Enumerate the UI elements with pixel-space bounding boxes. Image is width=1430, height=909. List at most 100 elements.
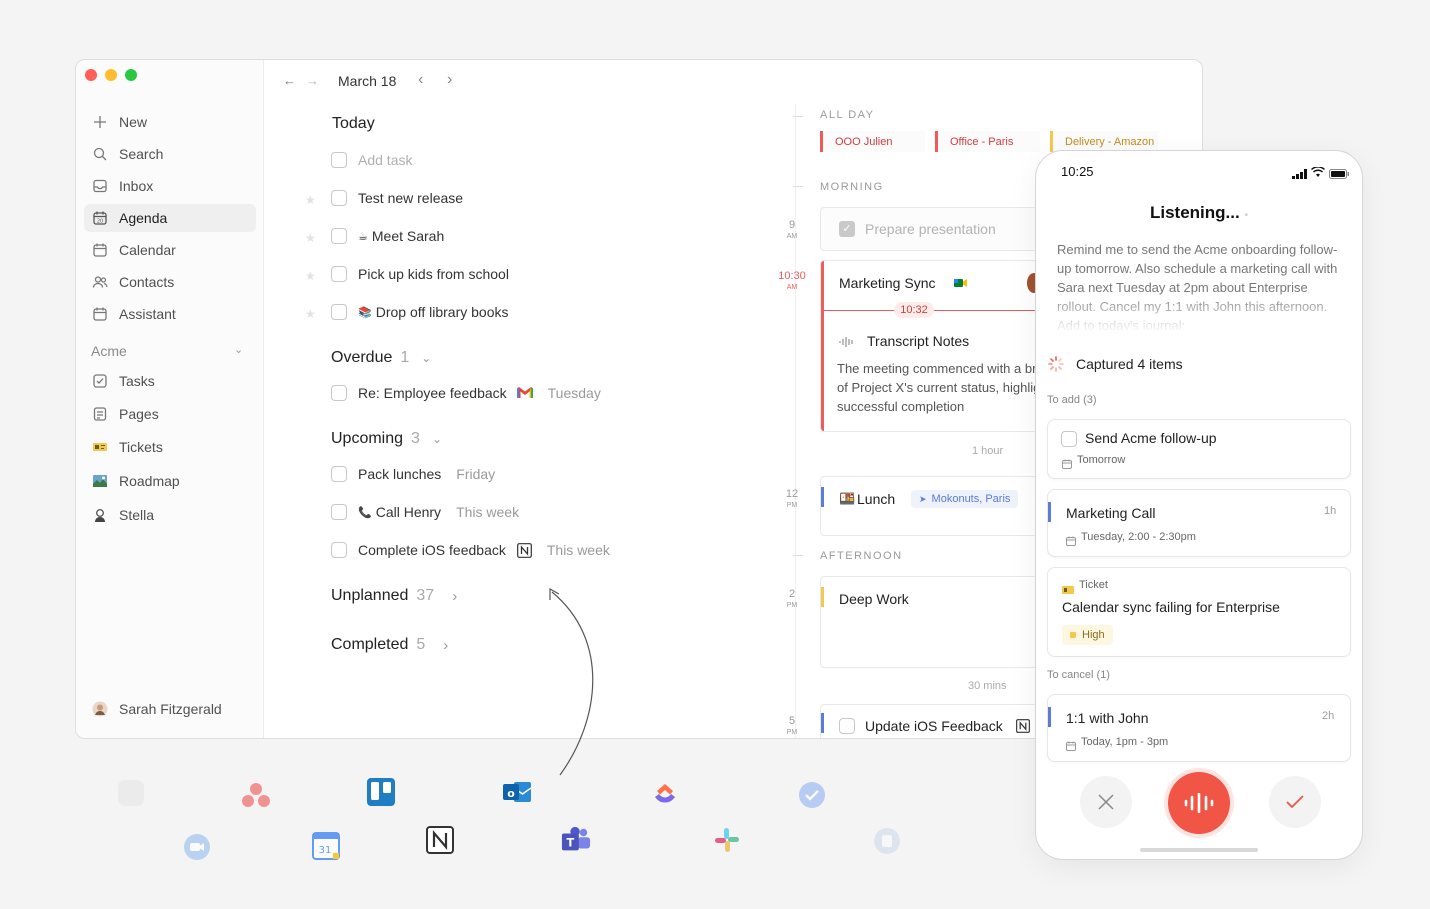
restaurant-icon: 🍱: [839, 491, 856, 506]
plus-icon: [91, 113, 109, 131]
task-checkbox[interactable]: [331, 385, 347, 401]
status-time: 10:25: [1061, 164, 1094, 179]
prev-day-chevron-icon[interactable]: ‹: [418, 71, 423, 89]
dismiss-button[interactable]: [1080, 776, 1132, 828]
task-checkbox[interactable]: [331, 190, 347, 206]
add-task-row[interactable]: Add task: [331, 149, 412, 171]
voice-waveform-icon: [1184, 793, 1214, 813]
user-profile[interactable]: Sarah Fitzgerald: [84, 695, 256, 723]
chevron-down-icon: ⌄: [431, 432, 442, 446]
sidebar-item-inbox[interactable]: Inbox: [84, 172, 256, 200]
forward-arrow-icon[interactable]: →: [306, 73, 319, 88]
task-row[interactable]: 📞 Call Henry This week: [331, 501, 519, 523]
workspace-collapse-chevron-icon[interactable]: ⌄: [234, 343, 243, 356]
notion-icon: [1016, 719, 1030, 738]
google-calendar-logo-icon: 31: [311, 831, 341, 861]
sidebar-item-assistant[interactable]: Assistant: [84, 300, 256, 328]
completed-group-header[interactable]: Completed 5 ›: [331, 636, 448, 654]
card-title: Calendar sync failing for Enterprise: [1062, 599, 1280, 615]
star-icon[interactable]: ★: [305, 193, 316, 207]
captured-card-cancel[interactable]: 1:1 with John 2h Today, 1pm - 3pm: [1047, 694, 1351, 762]
sidebar-item-contacts[interactable]: Contacts: [84, 268, 256, 296]
captured-count: Captured 4 items: [1076, 356, 1183, 372]
sidebar-item-calendar[interactable]: Calendar: [84, 236, 256, 264]
overdue-group-header[interactable]: Overdue 1 ⌄: [331, 349, 431, 367]
sidebar-item-stella[interactable]: Stella: [84, 501, 256, 529]
upcoming-group-header[interactable]: Upcoming 3 ⌄: [331, 430, 442, 448]
task-checkbox[interactable]: [331, 266, 347, 282]
sidebar-item-tasks[interactable]: Tasks: [84, 367, 256, 395]
all-day-event[interactable]: Delivery - Amazon: [1050, 131, 1158, 152]
task-checkbox[interactable]: [331, 228, 347, 244]
hour: 9: [788, 219, 796, 231]
sidebar-item-search[interactable]: Search: [84, 140, 256, 168]
task-checkbox[interactable]: [331, 304, 347, 320]
task-row[interactable]: Re: Employee feedback Tuesday: [331, 382, 601, 404]
battery-icon: [1329, 166, 1349, 184]
all-day-event[interactable]: Office - Paris: [935, 131, 1040, 152]
svg-text:31: 31: [319, 845, 332, 856]
notion-logo-icon: [425, 825, 455, 855]
event-color-bar: [1048, 502, 1051, 522]
close-icon: [1098, 794, 1114, 810]
current-time-badge: 10:32: [894, 302, 934, 318]
contacts-icon: [91, 273, 109, 291]
sidebar-item-tickets[interactable]: Tickets: [84, 433, 256, 461]
event-title: Office - Paris: [950, 135, 1014, 148]
timeline-tick: [793, 555, 803, 556]
confirm-button[interactable]: [1269, 776, 1321, 828]
event-color-bar: [821, 261, 824, 431]
task-checkbox[interactable]: [331, 504, 347, 520]
task-checkbox[interactable]: [331, 466, 347, 482]
captured-card-ticket[interactable]: Ticket Calendar sync failing for Enterpr…: [1047, 567, 1351, 657]
event-color-bar: [821, 487, 824, 507]
stella-avatar-icon: [91, 506, 109, 524]
next-day-chevron-icon[interactable]: ›: [447, 71, 452, 89]
event-title: Marketing Sync: [839, 275, 936, 291]
event-location: ➤ Mokonuts, Paris: [911, 490, 1019, 508]
sidebar-item-label: Stella: [119, 507, 155, 523]
maximize-window-button[interactable]: [125, 69, 137, 81]
star-icon[interactable]: ★: [305, 269, 316, 283]
clickup-logo-icon: [650, 778, 680, 808]
checked-checkbox-icon[interactable]: ✓: [839, 221, 855, 237]
task-row[interactable]: Pick up kids from school: [331, 263, 509, 285]
inbox-icon: [91, 177, 109, 195]
sidebar-item-pages[interactable]: Pages: [84, 400, 256, 428]
minimize-window-button[interactable]: [105, 69, 117, 81]
notion-icon: [516, 542, 532, 558]
svg-text:20: 20: [97, 219, 103, 225]
task-row[interactable]: ☕ Meet Sarah: [331, 225, 444, 247]
close-window-button[interactable]: [85, 69, 97, 81]
mic-button[interactable]: [1168, 772, 1230, 834]
star-icon[interactable]: ★: [305, 231, 316, 245]
card-date: Tuesday, 2:00 - 2:30pm: [1081, 531, 1196, 543]
sidebar-item-agenda[interactable]: 20 Agenda: [84, 204, 256, 232]
task-row[interactable]: Pack lunches Friday: [331, 463, 495, 485]
asana-logo-icon: [241, 780, 271, 810]
sidebar: New Search Inbox 20 Agenda Calendar Cont…: [76, 60, 264, 738]
sidebar-item-new[interactable]: New: [84, 108, 256, 136]
star-icon[interactable]: ★: [305, 307, 316, 321]
add-task-input[interactable]: Add task: [358, 152, 412, 168]
captured-card-task[interactable]: Send Acme follow-up Tomorrow: [1047, 419, 1351, 479]
gmail-icon: [516, 387, 533, 399]
unplanned-group-header[interactable]: Unplanned 37 ›: [331, 587, 457, 605]
captured-card-event[interactable]: Marketing Call 1h Tuesday, 2:00 - 2:30pm: [1047, 489, 1351, 557]
task-label: Re: Employee feedback: [358, 385, 507, 401]
task-row[interactable]: 📚 Drop off library books: [331, 301, 509, 323]
task-label: Complete iOS feedback: [358, 542, 506, 558]
all-day-event[interactable]: OOO Julien: [820, 131, 925, 152]
sidebar-item-label: Assistant: [119, 306, 176, 322]
current-date: March 18: [338, 73, 397, 89]
back-arrow-icon[interactable]: ←: [283, 73, 296, 88]
task-checkbox[interactable]: [1061, 431, 1077, 447]
task-due: This week: [546, 542, 610, 558]
sidebar-item-roadmap[interactable]: Roadmap: [84, 467, 256, 495]
task-checkbox[interactable]: [331, 542, 347, 558]
event-color-bar: [821, 587, 824, 607]
task-row[interactable]: Complete iOS feedback This week: [331, 539, 610, 561]
task-row[interactable]: Test new release: [331, 187, 463, 209]
task-label: Call Henry: [375, 504, 442, 520]
task-checkbox[interactable]: [839, 718, 855, 734]
